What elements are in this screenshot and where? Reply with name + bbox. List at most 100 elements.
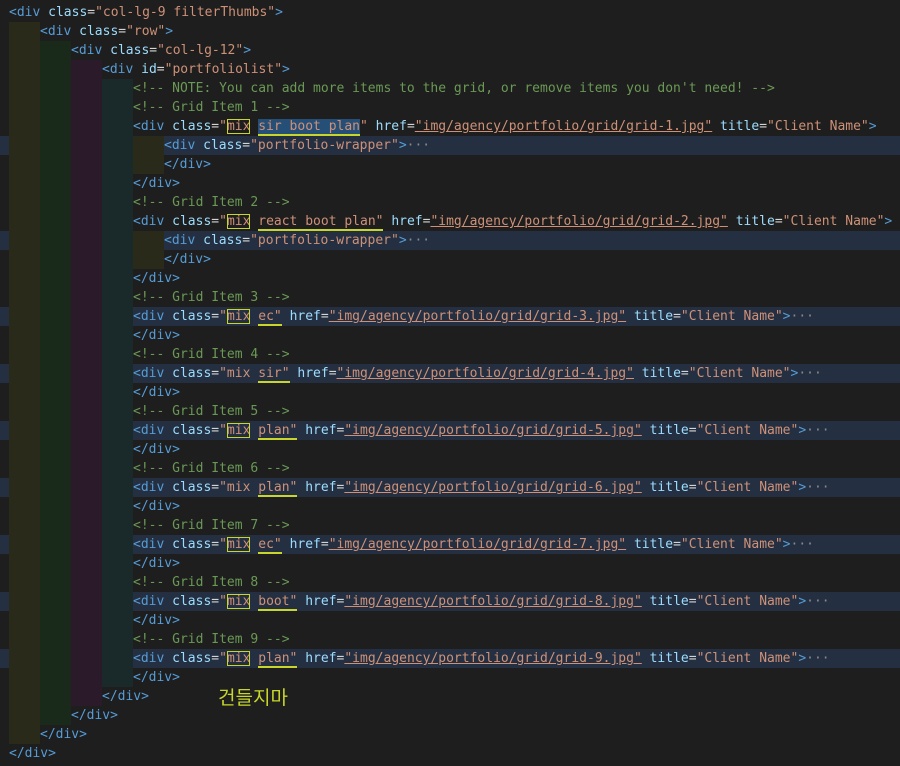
indent-guide — [9, 269, 40, 288]
code-line[interactable]: <div class="col-lg-12"> — [0, 41, 900, 60]
indent-guide — [9, 535, 40, 554]
code-line[interactable]: <div class="col-lg-9 filterThumbs"> — [0, 3, 900, 22]
code-token: <div — [133, 537, 173, 552]
code-token: " — [219, 214, 227, 229]
code-line[interactable]: </div> — [0, 326, 900, 345]
code-line[interactable]: </div> — [0, 250, 900, 269]
code-line[interactable]: </div> — [0, 440, 900, 459]
code-line[interactable]: </div> — [0, 611, 900, 630]
indent-guide — [102, 630, 133, 649]
code-line[interactable]: <!-- Grid Item 3 --> — [0, 288, 900, 307]
code-line[interactable]: <div class="row"> — [0, 22, 900, 41]
code-token: ec" — [258, 309, 282, 326]
code-line[interactable]: <!-- Grid Item 8 --> — [0, 573, 900, 592]
code-line[interactable]: <div class="mix plan" href="img/agency/p… — [0, 478, 900, 497]
indent-guide — [9, 497, 40, 516]
code-line[interactable]: <div class="mix react boot plan" href="i… — [0, 212, 900, 231]
code-text: <!-- Grid Item 8 --> — [133, 573, 290, 592]
indent-guide — [9, 478, 40, 497]
code-line[interactable]: <div class="mix sir" href="img/agency/po… — [0, 364, 900, 383]
code-token: <div — [133, 214, 173, 229]
code-line[interactable]: </div> — [0, 497, 900, 516]
code-line[interactable]: <div class="portfolio-wrapper">··· — [0, 231, 900, 250]
code-token: href — [375, 119, 407, 134]
indent-guide — [40, 269, 71, 288]
code-line[interactable]: </div> — [0, 725, 900, 744]
code-line[interactable]: <div class="mix sir boot plan" href="img… — [0, 117, 900, 136]
indent-guide — [40, 212, 71, 231]
code-token: ··· — [806, 651, 830, 666]
indent-guide — [102, 516, 133, 535]
code-line[interactable]: <div class="mix boot" href="img/agency/p… — [0, 592, 900, 611]
code-line[interactable]: </div> — [0, 668, 900, 687]
code-line[interactable]: <div class="mix ec" href="img/agency/por… — [0, 307, 900, 326]
code-token: <div — [133, 423, 173, 438]
code-token: class — [48, 5, 88, 20]
code-token: = — [688, 651, 697, 666]
code-line[interactable]: <!-- NOTE: You can add more items to the… — [0, 79, 900, 98]
code-token: "img/agency/portfolio/grid/grid-7.jpg" — [328, 537, 627, 552]
indent-guide — [71, 60, 102, 79]
code-line[interactable]: <!-- Grid Item 7 --> — [0, 516, 900, 535]
indent-guide — [102, 497, 133, 516]
indent-guide — [102, 193, 133, 212]
code-token: = — [688, 594, 697, 609]
code-text: <div class="row"> — [40, 22, 173, 41]
code-token: > — [782, 309, 791, 324]
code-token: id — [141, 62, 157, 77]
indent-guide — [71, 668, 102, 687]
code-line[interactable]: <!-- Grid Item 1 --> — [0, 98, 900, 117]
code-line[interactable]: <!-- Grid Item 9 --> — [0, 630, 900, 649]
indent-guide — [71, 402, 102, 421]
code-line[interactable]: <div class="mix plan" href="img/agency/p… — [0, 649, 900, 668]
indent-guide — [9, 611, 40, 630]
indent-guide — [102, 383, 133, 402]
indent-guide — [9, 649, 40, 668]
code-token: <div — [133, 594, 173, 609]
indent-guide — [133, 155, 164, 174]
code-token: > — [275, 5, 283, 20]
indent-guide — [9, 725, 40, 744]
code-line[interactable]: <!-- Grid Item 6 --> — [0, 459, 900, 478]
code-token: class — [172, 537, 212, 552]
code-token: = — [688, 423, 697, 438]
indent-guide — [9, 117, 40, 136]
code-line[interactable]: </div> — [0, 554, 900, 573]
indent-guide — [102, 421, 133, 440]
code-token: title — [633, 537, 674, 552]
code-line[interactable]: <!-- Grid Item 4 --> — [0, 345, 900, 364]
code-editor[interactable]: <div class="col-lg-9 filterThumbs"> <div … — [0, 0, 900, 766]
code-line[interactable]: </div> — [0, 706, 900, 725]
code-line[interactable]: <!-- Grid Item 5 --> — [0, 402, 900, 421]
code-token: = — [211, 366, 220, 381]
code-line[interactable]: </div> — [0, 383, 900, 402]
indent-guide — [71, 269, 102, 288]
code-line[interactable]: <!-- Grid Item 2 --> — [0, 193, 900, 212]
indent-guide — [40, 79, 71, 98]
code-token: = — [118, 24, 127, 39]
code-token: <!-- Grid Item 3 --> — [133, 290, 290, 305]
code-token: title — [649, 423, 689, 438]
code-line[interactable]: </div> — [0, 155, 900, 174]
code-token: ··· — [406, 138, 431, 153]
code-token: " — [219, 594, 227, 609]
code-token: = — [328, 366, 337, 381]
code-token: mix — [226, 651, 251, 666]
code-line[interactable]: <div id="portfoliolist"> — [0, 60, 900, 79]
indent-guide — [71, 288, 102, 307]
code-token: ··· — [798, 366, 822, 381]
code-token: <!-- Grid Item 6 --> — [133, 461, 290, 476]
indent-guide — [102, 79, 133, 98]
code-line[interactable]: </div> — [0, 269, 900, 288]
code-line[interactable]: </div> — [0, 687, 900, 706]
code-token: "Client Name" — [680, 537, 783, 552]
code-line[interactable]: <div class="mix ec" href="img/agency/por… — [0, 535, 900, 554]
code-token: > — [398, 138, 407, 153]
code-text: </div> — [133, 383, 180, 402]
code-line[interactable]: </div> — [0, 744, 900, 763]
code-line[interactable]: <div class="portfolio-wrapper">··· — [0, 136, 900, 155]
code-line[interactable]: </div> — [0, 174, 900, 193]
code-text: <div class="mix ec" href="img/agency/por… — [133, 307, 814, 326]
code-line[interactable]: <div class="mix plan" href="img/agency/p… — [0, 421, 900, 440]
